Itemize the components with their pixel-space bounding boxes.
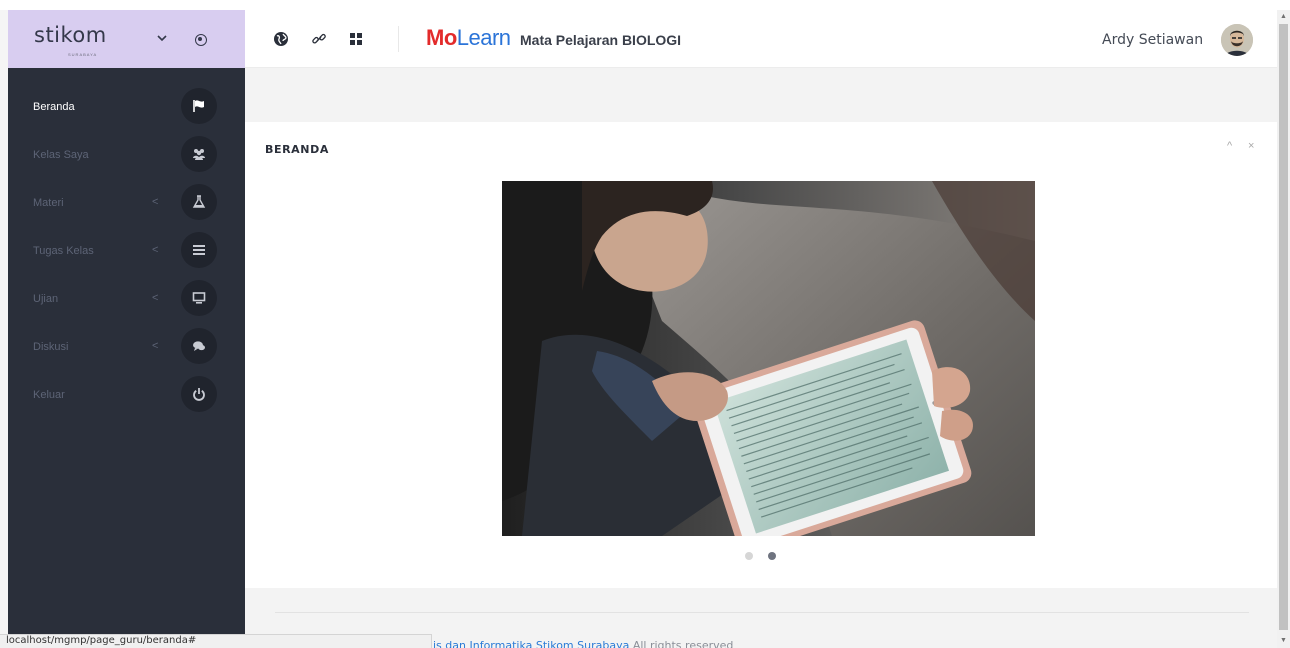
chevron-left-icon: < [152,196,159,208]
flask-icon [181,184,217,220]
app-page: stikom SURABAYA Beranda Kelas Saya Mater… [0,0,1290,648]
beranda-panel: BERANDA ^ × [245,122,1277,588]
globe-icon[interactable] [272,30,290,48]
sidebar-nav: Beranda Kelas Saya Materi < Tugas Kelas [8,88,245,424]
header-divider [398,26,399,52]
sidebar-item-keluar[interactable]: Keluar [8,376,245,424]
sidebar-item-label: Diskusi [33,341,69,353]
sidebar-item-label: Keluar [33,389,65,401]
link-icon[interactable] [310,30,328,48]
panel-title: BERANDA [265,143,329,156]
sidebar-brand: stikom SURABAYA [8,10,245,68]
molearn-logo-mo: Mo [426,25,457,50]
sidebar-item-materi[interactable]: Materi < [8,184,245,232]
page-scrollbar[interactable]: ▲ ▼ [1277,10,1290,648]
sidebar-item-label: Beranda [33,101,75,113]
target-icon[interactable] [195,34,207,46]
chevron-left-icon: < [152,340,159,352]
stikom-logo-subtitle: SURABAYA [68,52,98,57]
sidebar-item-kelas-saya[interactable]: Kelas Saya [8,136,245,184]
sidebar-item-ujian[interactable]: Ujian < [8,280,245,328]
footer-copyright: is dan Informatika Stikom Surabaya All r… [433,639,733,648]
sidebar-item-label: Tugas Kelas [33,245,94,257]
carousel-dot[interactable] [745,552,753,560]
power-icon [181,376,217,412]
stikom-logo[interactable]: stikom [34,23,107,47]
carousel-dot-active[interactable] [768,552,776,560]
content-top-band [245,68,1277,122]
top-strip [0,0,1290,10]
sidebar: stikom SURABAYA Beranda Kelas Saya Mater… [8,10,245,648]
footer-link[interactable]: is dan Informatika Stikom Surabaya [433,639,629,648]
user-name[interactable]: Ardy Setiawan [1102,32,1203,48]
chevron-down-icon[interactable] [154,30,170,46]
flag-icon [181,88,217,124]
sidebar-item-diskusi[interactable]: Diskusi < [8,328,245,376]
page-subject: Mata Pelajaran BIOLOGI [520,32,682,48]
sidebar-item-label: Ujian [33,293,59,305]
close-icon[interactable]: × [1248,140,1254,152]
top-header: MoLearn Mata Pelajaran BIOLOGI Ardy Seti… [245,10,1277,68]
users-icon [181,136,217,172]
collapse-icon[interactable]: ^ [1227,140,1232,152]
list-icon [181,232,217,268]
scroll-up-icon[interactable]: ▲ [1279,12,1288,22]
sidebar-item-tugas-kelas[interactable]: Tugas Kelas < [8,232,245,280]
scroll-down-icon[interactable]: ▼ [1279,636,1288,646]
browser-status-bar: localhost/mgmp/page_guru/beranda# [0,634,432,648]
chevron-left-icon: < [152,292,159,304]
status-url: localhost/mgmp/page_guru/beranda# [6,635,197,646]
sidebar-item-label: Materi [33,197,64,209]
avatar[interactable] [1221,24,1253,56]
footer-rights: All rights reserved [632,639,734,648]
sidebar-item-label: Kelas Saya [33,149,89,161]
chevron-left-icon: < [152,244,159,256]
grid-icon[interactable] [347,30,365,48]
comments-icon [181,328,217,364]
carousel-slide-image [502,181,1035,536]
scroll-thumb[interactable] [1279,24,1288,630]
footer-divider [275,612,1249,613]
molearn-logo[interactable]: MoLearn [426,25,511,51]
desktop-icon [181,280,217,316]
molearn-logo-learn: Learn [456,25,511,50]
sidebar-item-beranda[interactable]: Beranda [8,88,245,136]
